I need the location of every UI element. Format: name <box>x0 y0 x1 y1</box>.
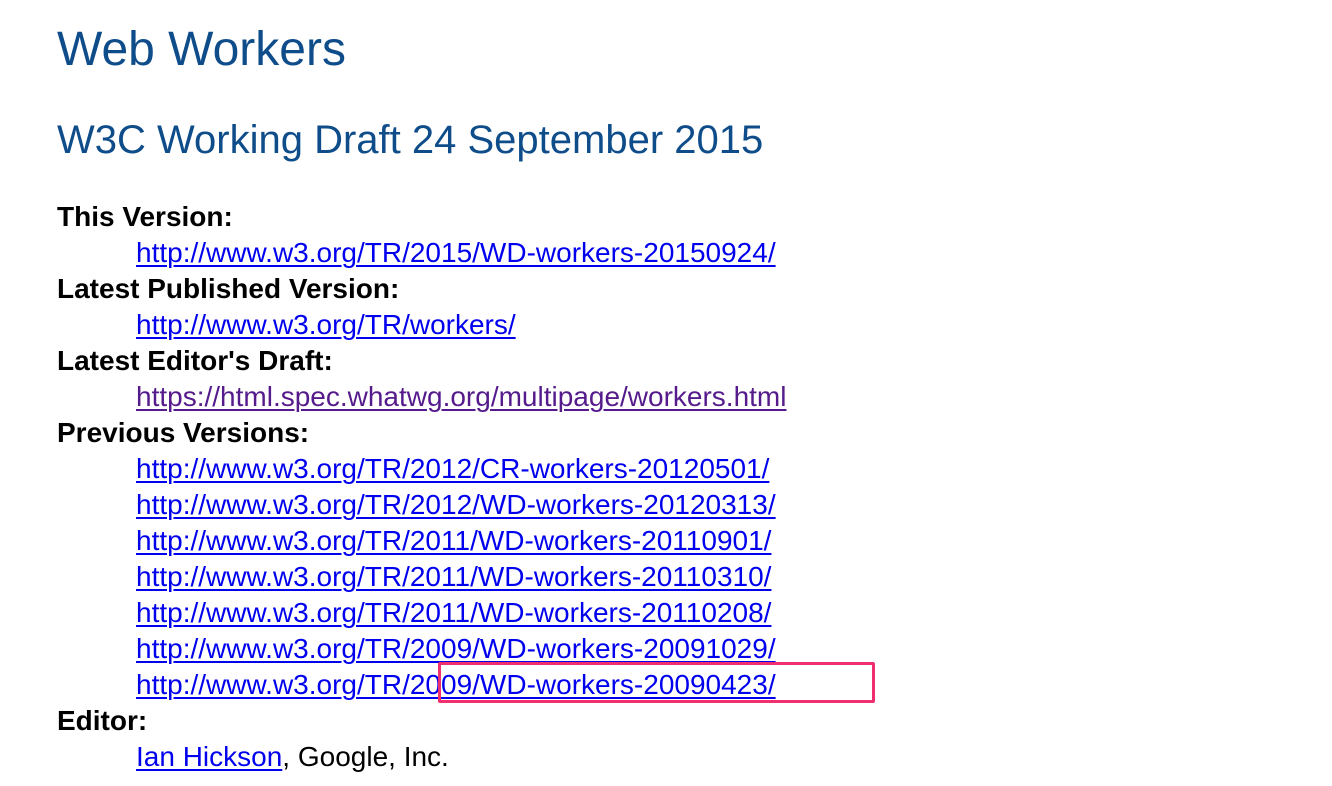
editor-item: Ian Hickson, Google, Inc. <box>136 739 786 775</box>
previous-version-item: http://www.w3.org/TR/2012/WD-workers-201… <box>136 487 786 523</box>
previous-version-link[interactable]: http://www.w3.org/TR/2011/WD-workers-201… <box>136 525 771 556</box>
previous-version-item: http://www.w3.org/TR/2009/WD-workers-200… <box>136 667 786 703</box>
previous-version-item: http://www.w3.org/TR/2011/WD-workers-201… <box>136 559 786 595</box>
previous-version-item: http://www.w3.org/TR/2011/WD-workers-201… <box>136 523 786 559</box>
latest-published-label: Latest Published Version: <box>57 273 400 304</box>
previous-version-link[interactable]: http://www.w3.org/TR/2012/CR-workers-201… <box>136 453 769 484</box>
previous-version-link[interactable]: http://www.w3.org/TR/2009/WD-workers-200… <box>136 633 776 664</box>
previous-version-link[interactable]: http://www.w3.org/TR/2011/WD-workers-201… <box>136 597 771 628</box>
previous-version-link[interactable]: http://www.w3.org/TR/2012/WD-workers-201… <box>136 489 776 520</box>
previous-versions-label: Previous Versions: <box>57 417 310 448</box>
editor-affiliation: , Google, Inc. <box>282 741 449 772</box>
this-version-link[interactable]: http://www.w3.org/TR/2015/WD-workers-201… <box>136 237 776 268</box>
page-subtitle: W3C Working Draft 24 September 2015 <box>57 118 764 162</box>
this-version-item: http://www.w3.org/TR/2015/WD-workers-201… <box>136 235 786 271</box>
this-version-label: This Version: <box>57 201 233 232</box>
previous-version-item: http://www.w3.org/TR/2011/WD-workers-201… <box>136 595 786 631</box>
latest-editors-draft-label: Latest Editor's Draft: <box>57 345 333 376</box>
spec-metadata-list: This Version: http://www.w3.org/TR/2015/… <box>57 199 786 775</box>
previous-version-item: http://www.w3.org/TR/2009/WD-workers-200… <box>136 631 786 667</box>
previous-version-item: http://www.w3.org/TR/2012/CR-workers-201… <box>136 451 786 487</box>
previous-version-link[interactable]: http://www.w3.org/TR/2009/WD-workers-200… <box>136 669 776 700</box>
editor-label: Editor: <box>57 705 148 736</box>
previous-version-link[interactable]: http://www.w3.org/TR/2011/WD-workers-201… <box>136 561 771 592</box>
editor-name-link[interactable]: Ian Hickson <box>136 741 282 772</box>
page-title: Web Workers <box>57 23 346 76</box>
latest-editors-draft-item: https://html.spec.whatwg.org/multipage/w… <box>136 379 786 415</box>
latest-editors-draft-link[interactable]: https://html.spec.whatwg.org/multipage/w… <box>136 381 786 412</box>
latest-published-link[interactable]: http://www.w3.org/TR/workers/ <box>136 309 516 340</box>
latest-published-item: http://www.w3.org/TR/workers/ <box>136 307 786 343</box>
